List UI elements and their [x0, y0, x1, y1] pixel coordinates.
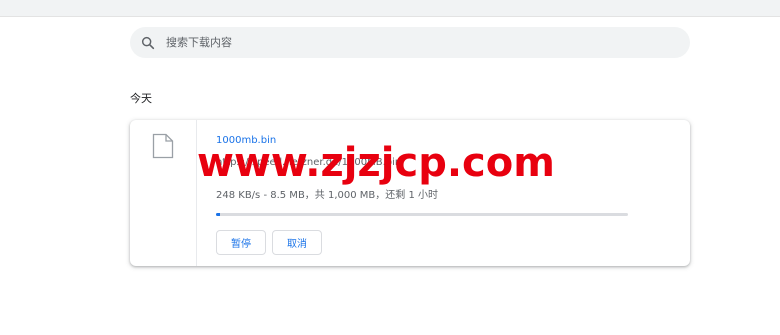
top-toolbar — [0, 0, 780, 17]
pause-button[interactable]: 暂停 — [216, 230, 266, 255]
watermark-text: www.zjzjcp.com — [197, 140, 555, 186]
progress-fill — [216, 213, 220, 216]
progress-bar — [216, 213, 628, 216]
date-section-label: 今天 — [130, 92, 152, 105]
search-bar[interactable] — [130, 27, 690, 58]
download-status: 248 KB/s - 8.5 MB，共 1,000 MB，还剩 1 小时 — [216, 190, 438, 201]
cancel-button[interactable]: 取消 — [272, 230, 322, 255]
search-input[interactable] — [166, 27, 666, 58]
search-icon — [141, 36, 155, 50]
file-icon — [152, 133, 174, 159]
